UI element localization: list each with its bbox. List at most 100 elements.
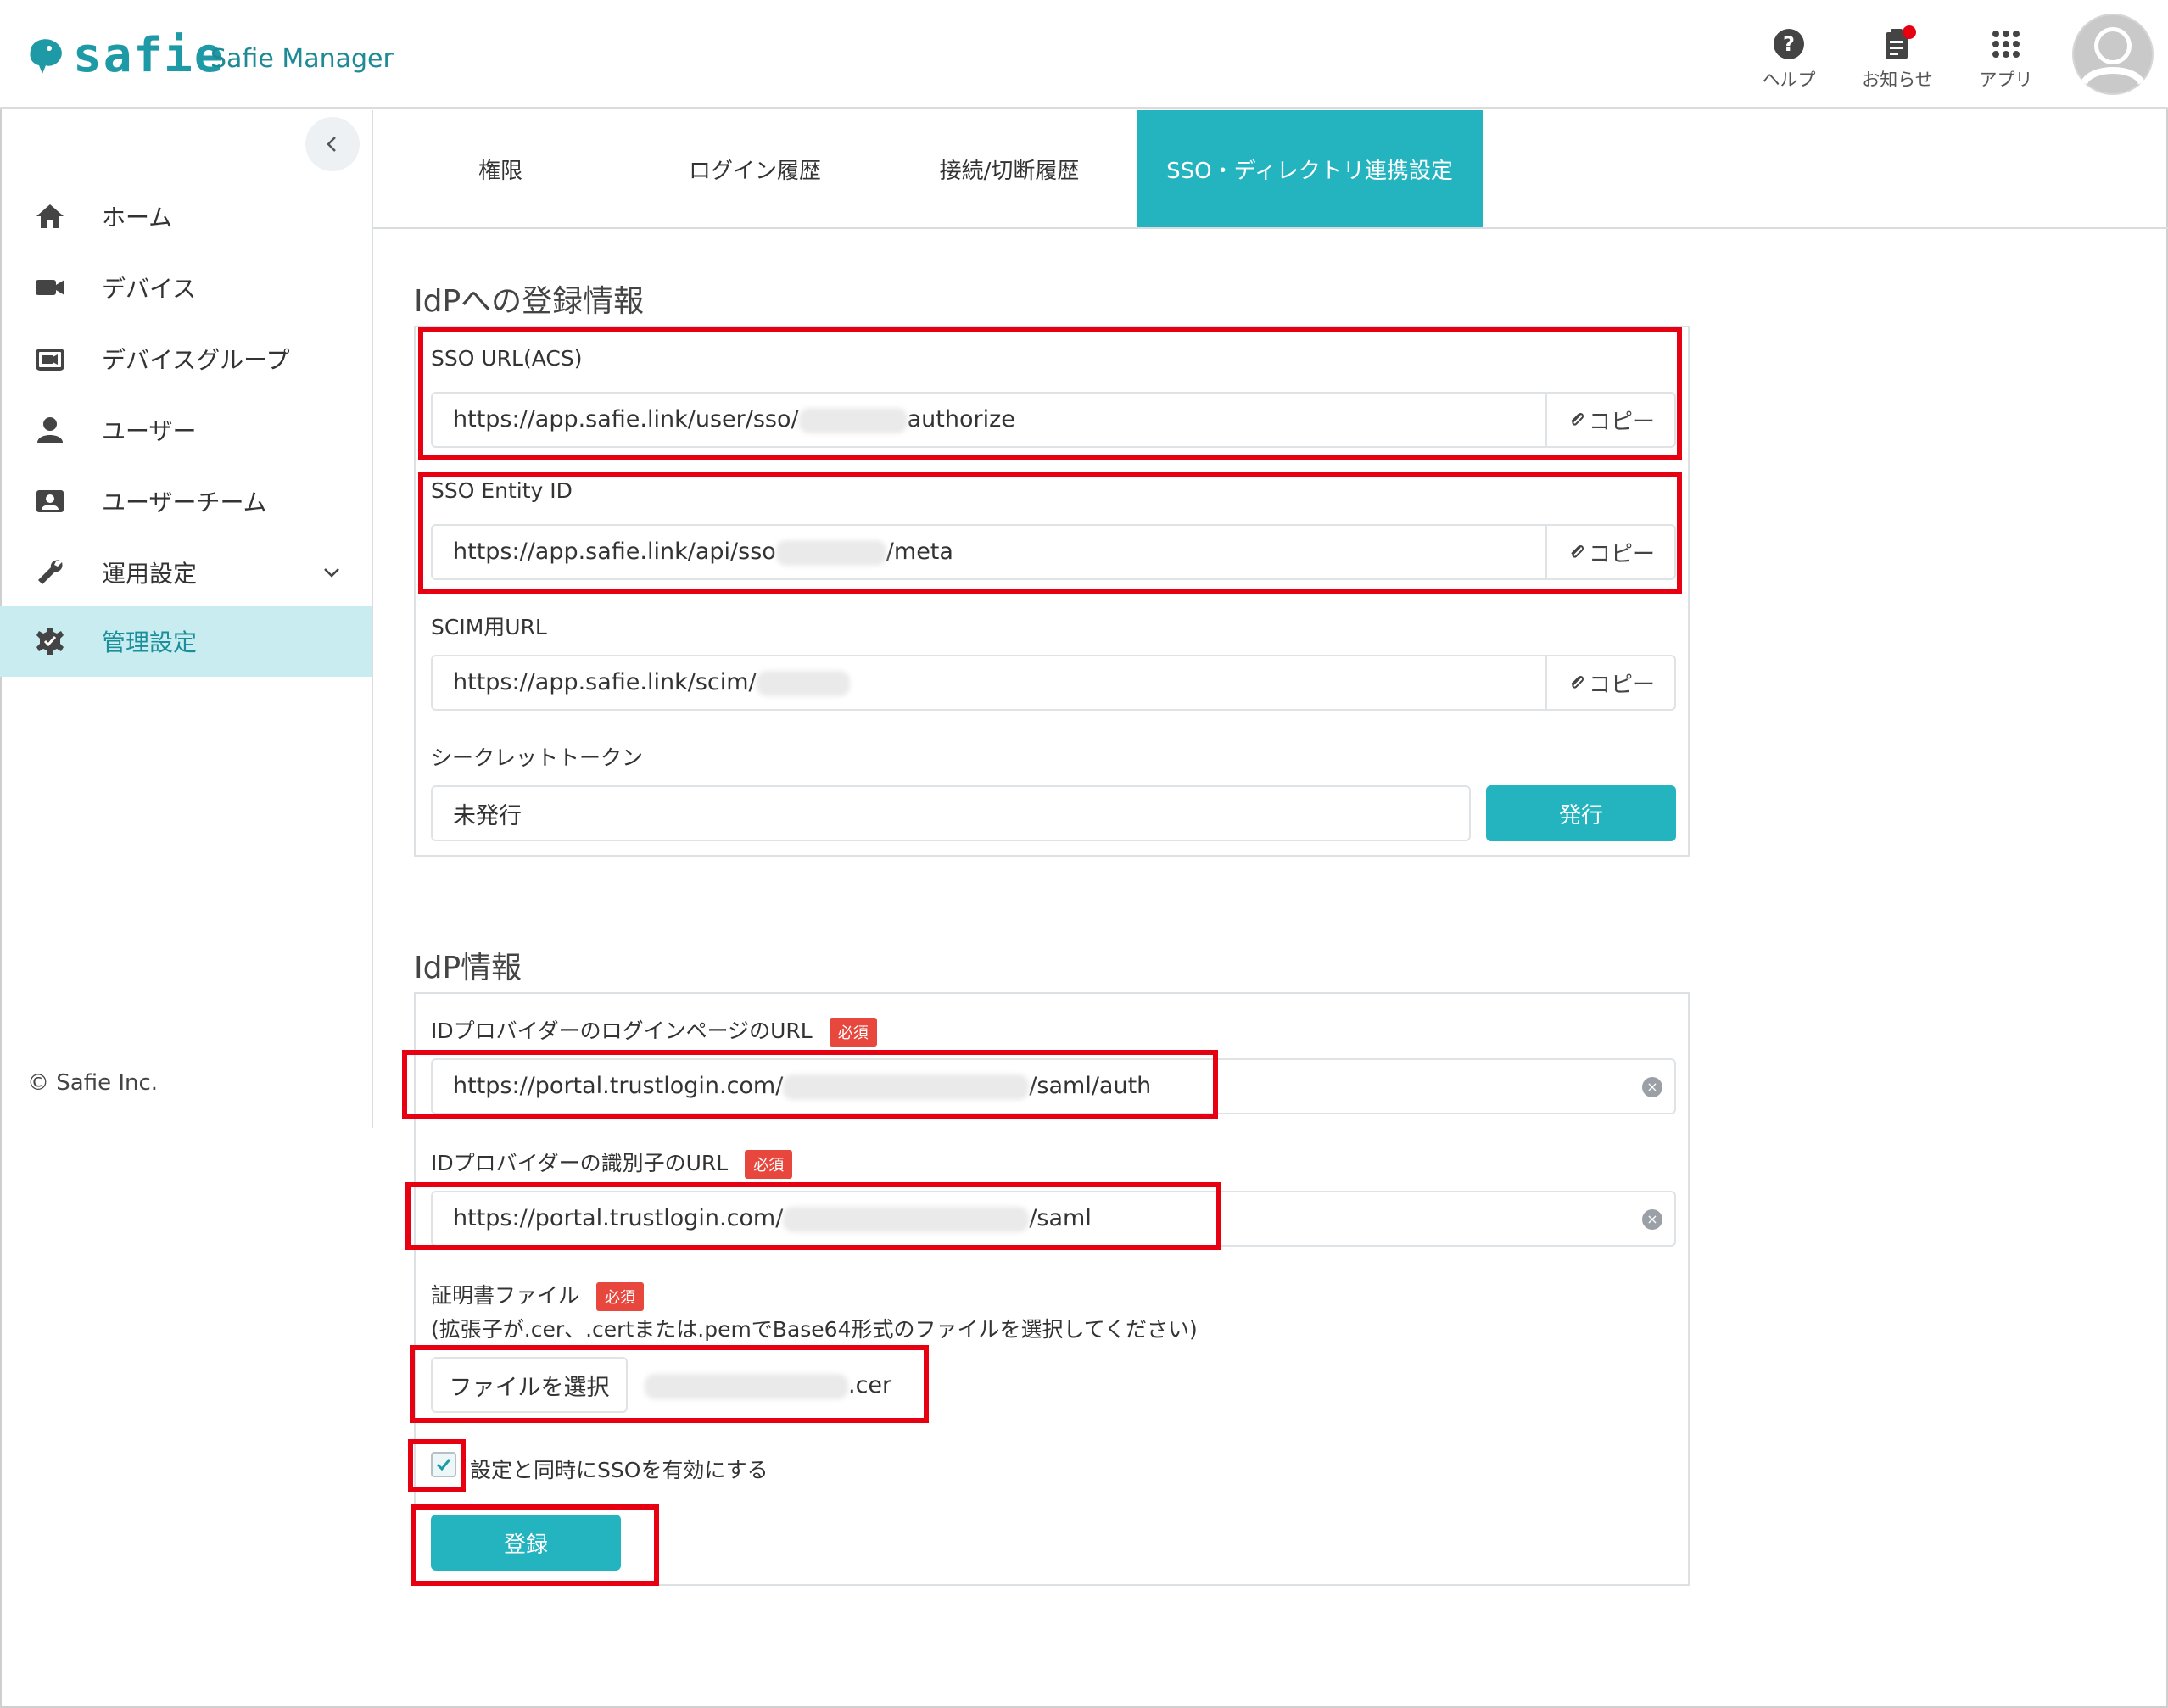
identifier-url-value-prefix: https://portal.trustlogin.com/ [453, 1205, 784, 1232]
copy-label: コピー [1588, 672, 1655, 698]
apps-label: アプリ [1979, 70, 2033, 90]
video-camera-icon [32, 270, 68, 305]
redacted-segment [783, 1074, 1030, 1100]
user-avatar[interactable] [2072, 14, 2154, 95]
settings-tabs: 権限 ログイン履歴 接続/切断履歴 SSO・ディレクトリ連携設定 [373, 110, 2168, 229]
secret-token-field: 未発行 [431, 785, 1471, 841]
entity-id-value-suffix: /meta [886, 539, 953, 566]
required-badge: 必須 [829, 1018, 877, 1047]
safie-logo[interactable]: safie [24, 25, 225, 85]
redacted-segment [783, 1206, 1030, 1232]
sso-url-value-suffix: authorize [907, 406, 1015, 433]
paperclip-icon [1571, 412, 1584, 426]
identifier-url-label: IDプロバイダーの識別子のURL 必須 [431, 1147, 793, 1179]
tab-permissions[interactable]: 権限 [373, 110, 628, 227]
copy-scim-url-button[interactable]: コピー [1545, 656, 1674, 709]
gear-icon [32, 623, 68, 659]
help-label: ヘルプ [1762, 70, 1816, 90]
login-url-input[interactable]: https://portal.trustlogin.com/ /saml/auth… [431, 1058, 1676, 1114]
identifier-url-value-suffix: /saml [1029, 1205, 1092, 1232]
redacted-segment [645, 1373, 848, 1399]
notification-clipboard-icon [1886, 25, 1916, 59]
sidebar-item-label: ユーザーチーム [102, 488, 267, 516]
login-url-label-text: IDプロバイダーのログインページのURL [431, 1019, 813, 1043]
paperclip-icon [1571, 675, 1584, 689]
redacted-segment [798, 407, 908, 433]
user-icon [32, 412, 68, 448]
entity-id-label: SSO Entity ID [431, 478, 573, 503]
sidebar-item-admin-settings[interactable]: 管理設定 [0, 606, 372, 677]
safie-bird-icon [30, 39, 62, 74]
enable-sso-checkbox[interactable] [431, 1452, 456, 1477]
sidebar-item-device-groups[interactable]: デバイスグループ [0, 323, 372, 394]
paperclip-icon [1571, 544, 1584, 558]
clear-icon[interactable]: × [1642, 1077, 1662, 1097]
entity-id-field[interactable]: https://app.safie.link/api/sso/meta コピー [431, 524, 1676, 580]
sidebar-item-home[interactable]: ホーム [0, 181, 372, 252]
entity-id-value-prefix: https://app.safie.link/api/sso [453, 539, 776, 566]
sidebar-item-label: 管理設定 [102, 628, 198, 656]
login-url-label: IDプロバイダーのログインページのURL 必須 [431, 1014, 877, 1047]
sso-url-value-prefix: https://app.safie.link/user/sso/ [453, 406, 799, 433]
secret-token-label: シークレットトークン [431, 745, 644, 770]
sidebar-item-user-teams[interactable]: ユーザーチーム [0, 466, 372, 537]
help-icon: ? [1774, 29, 1804, 59]
file-suffix: .cer [848, 1372, 892, 1398]
section-title-idp-registration: IdPへの登録情報 [414, 284, 645, 319]
sidebar-item-label: ユーザー [102, 417, 197, 445]
sidebar: ホーム デバイス デバイスグループ ユーザー ユーザーチーム 運用設定 管理設定… [0, 110, 373, 1128]
sso-url-label: SSO URL(ACS) [431, 346, 583, 371]
notifications-label: お知らせ [1862, 70, 1933, 90]
scim-url-value-prefix: https://app.safie.link/scim/ [453, 669, 757, 696]
redacted-segment [756, 670, 850, 696]
copy-label: コピー [1588, 541, 1655, 567]
issue-token-button[interactable]: 発行 [1486, 785, 1676, 841]
tab-login-history[interactable]: ログイン履歴 [628, 110, 882, 227]
identifier-url-label-text: IDプロバイダーの識別子のURL [431, 1151, 729, 1175]
help-button[interactable]: ? ヘルプ [1742, 25, 1836, 93]
copyright-text: © Safie Inc. [27, 1070, 159, 1096]
sidebar-item-users[interactable]: ユーザー [0, 394, 372, 466]
required-badge: 必須 [745, 1150, 793, 1179]
notifications-button[interactable]: お知らせ [1851, 25, 1944, 93]
copy-entity-id-button[interactable]: コピー [1545, 526, 1674, 578]
wrench-icon [32, 555, 68, 590]
redacted-segment [775, 539, 886, 566]
required-badge: 必須 [596, 1282, 645, 1311]
identifier-url-input[interactable]: https://portal.trustlogin.com/ /saml × [431, 1191, 1676, 1247]
choose-file-button[interactable]: ファイルを選択 [431, 1357, 628, 1413]
copy-sso-url-button[interactable]: コピー [1545, 394, 1674, 446]
tab-connection-history[interactable]: 接続/切断履歴 [882, 110, 1137, 227]
top-header: safie Safie Manager ? ヘルプ お知らせ アプリ [0, 0, 2168, 109]
checkmark-icon [436, 1459, 451, 1471]
apps-button[interactable]: アプリ [1959, 25, 2053, 93]
sidebar-item-devices[interactable]: デバイス [0, 252, 372, 323]
apps-grid-icon [1992, 31, 2020, 58]
sidebar-item-label: ホーム [102, 204, 173, 232]
logo-text: safie [73, 27, 225, 83]
chevron-down-icon [324, 568, 339, 578]
user-team-icon [32, 483, 68, 519]
clear-icon[interactable]: × [1642, 1209, 1662, 1230]
register-button[interactable]: 登録 [431, 1515, 621, 1571]
certificate-label: 証明書ファイル 必須 [431, 1279, 645, 1311]
sidebar-item-operation-settings[interactable]: 運用設定 [0, 537, 372, 608]
avatar-person-icon [2074, 15, 2152, 93]
scim-url-field[interactable]: https://app.safie.link/scim/ コピー [431, 655, 1676, 711]
idp-info-panel: IDプロバイダーのログインページのURL 必須 https://portal.tr… [414, 992, 1690, 1586]
sidebar-item-label: デバイスグループ [102, 346, 290, 374]
tab-sso-directory-settings[interactable]: SSO・ディレクトリ連携設定 [1137, 110, 1483, 227]
chevron-left-icon [327, 137, 336, 152]
app-name: Safie Manager [210, 44, 394, 74]
enable-sso-label[interactable]: 設定と同時にSSOを有効にする [470, 1454, 768, 1484]
sso-url-field[interactable]: https://app.safie.link/user/sso/authoriz… [431, 392, 1676, 448]
collapse-sidebar-button[interactable] [305, 117, 360, 171]
section-title-idp-info: IdP情報 [414, 951, 522, 985]
sidebar-item-label: 運用設定 [102, 560, 198, 588]
idp-registration-panel: SSO URL(ACS) https://app.safie.link/user… [414, 326, 1690, 857]
svg-text:?: ? [1783, 32, 1795, 56]
scim-url-label: SCIM用URL [431, 615, 547, 639]
sidebar-item-label: デバイス [102, 275, 197, 303]
certificate-hint: (拡張子が.cer、.certまたは.pemでBase64形式のファイルを選択し… [431, 1317, 1198, 1342]
login-url-value-suffix: /saml/auth [1029, 1073, 1152, 1100]
